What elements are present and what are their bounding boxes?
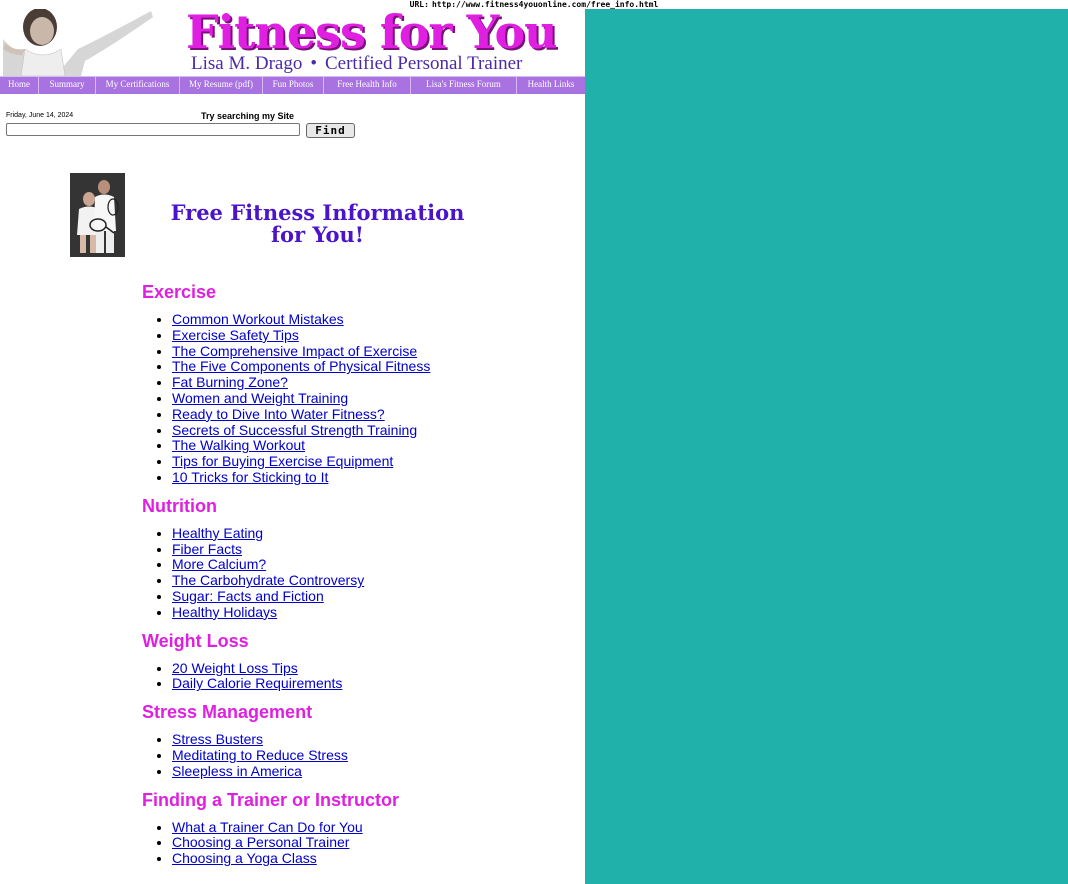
list-item: The Five Components of Physical Fitness bbox=[172, 358, 582, 375]
list-item: The Walking Workout bbox=[172, 437, 582, 454]
section-title: Weight Loss bbox=[142, 630, 249, 651]
link-list: Common Workout Mistakes Exercise Safety … bbox=[142, 311, 582, 486]
link-list: Healthy Eating Fiber Facts More Calcium?… bbox=[142, 525, 582, 621]
list-item: Secrets of Successful Strength Training bbox=[172, 422, 582, 439]
nav-lisas-fitness-forum[interactable]: Lisa's Fitness Forum bbox=[411, 77, 517, 94]
article-link[interactable]: Common Workout Mistakes bbox=[172, 311, 344, 327]
search-input[interactable] bbox=[6, 123, 300, 136]
list-item: The Comprehensive Impact of Exercise bbox=[172, 343, 582, 360]
page-background bbox=[585, 9, 1068, 884]
nav-summary[interactable]: Summary bbox=[39, 77, 96, 94]
couple-tennis-photo bbox=[70, 173, 125, 257]
link-list: What a Trainer Can Do for You Choosing a… bbox=[142, 819, 582, 867]
list-item: Healthy Eating bbox=[172, 525, 582, 542]
trainer-photo bbox=[3, 9, 153, 76]
article-link[interactable]: 10 Tricks for Sticking to It bbox=[172, 469, 328, 485]
list-item: Stress Busters bbox=[172, 731, 582, 748]
article-link[interactable]: 20 Weight Loss Tips bbox=[172, 660, 298, 676]
subtitle-role: Certified Personal Trainer bbox=[325, 53, 523, 74]
section-title: Finding a Trainer or Instructor bbox=[142, 789, 400, 810]
nav-my-certifications[interactable]: My Certifications bbox=[96, 77, 180, 94]
section-nutrition: Nutrition Healthy Eating Fiber Facts Mor… bbox=[142, 495, 582, 621]
nav-bar: Home Summary My Certifications My Resume… bbox=[0, 76, 585, 94]
page-heading-line2: for You! bbox=[270, 222, 365, 247]
article-link[interactable]: Meditating to Reduce Stress bbox=[172, 747, 348, 763]
list-item: 10 Tricks for Sticking to It bbox=[172, 469, 582, 486]
list-item: Meditating to Reduce Stress bbox=[172, 747, 582, 764]
article-link[interactable]: Women and Weight Training bbox=[172, 390, 348, 406]
info-sections: Exercise Common Workout Mistakes Exercis… bbox=[142, 281, 582, 876]
site-title: Fitness for You bbox=[186, 5, 558, 59]
link-list: Stress Busters Meditating to Reduce Stre… bbox=[142, 731, 582, 780]
page-heading: Free Fitness Information for You! bbox=[160, 202, 475, 246]
article-link[interactable]: The Five Components of Physical Fitness bbox=[172, 358, 430, 374]
list-item: What a Trainer Can Do for You bbox=[172, 819, 582, 836]
article-link[interactable]: Stress Busters bbox=[172, 731, 263, 747]
section-title: Stress Management bbox=[142, 702, 313, 723]
list-item: More Calcium? bbox=[172, 556, 582, 573]
subtitle-name: Lisa M. Drago bbox=[191, 53, 303, 74]
article-link[interactable]: Healthy Holidays bbox=[172, 604, 277, 620]
article-link[interactable]: Tips for Buying Exercise Equipment bbox=[172, 453, 393, 469]
section-exercise: Exercise Common Workout Mistakes Exercis… bbox=[142, 281, 582, 486]
article-link[interactable]: Healthy Eating bbox=[172, 525, 263, 541]
list-item: Sugar: Facts and Fiction bbox=[172, 588, 582, 605]
page-heading-line1: Free Fitness Information bbox=[170, 200, 465, 225]
section-weight-loss: Weight Loss 20 Weight Loss Tips Daily Ca… bbox=[142, 630, 582, 693]
article-link[interactable]: What a Trainer Can Do for You bbox=[172, 819, 363, 835]
nav-home[interactable]: Home bbox=[0, 77, 39, 94]
list-item: Common Workout Mistakes bbox=[172, 311, 582, 328]
subtitle-separator: • bbox=[310, 53, 317, 74]
article-link[interactable]: Sugar: Facts and Fiction bbox=[172, 588, 324, 604]
article-link[interactable]: Choosing a Personal Trainer bbox=[172, 834, 349, 850]
list-item: Choosing a Personal Trainer bbox=[172, 834, 582, 851]
article-link[interactable]: Exercise Safety Tips bbox=[172, 327, 299, 343]
list-item: Tips for Buying Exercise Equipment bbox=[172, 453, 582, 470]
article-link[interactable]: Ready to Dive Into Water Fitness? bbox=[172, 406, 385, 422]
list-item: Exercise Safety Tips bbox=[172, 327, 582, 344]
list-item: Healthy Holidays bbox=[172, 604, 582, 621]
article-link[interactable]: The Comprehensive Impact of Exercise bbox=[172, 343, 417, 359]
search-label: Try searching my Site bbox=[201, 111, 295, 121]
nav-free-health-info[interactable]: Free Health Info bbox=[324, 77, 411, 94]
list-item: Ready to Dive Into Water Fitness? bbox=[172, 406, 582, 423]
article-link[interactable]: More Calcium? bbox=[172, 556, 266, 572]
site-subtitle: Lisa M. Drago • Certified Personal Trainer bbox=[191, 53, 522, 75]
article-link[interactable]: Sleepless in America bbox=[172, 763, 302, 779]
list-item: Fat Burning Zone? bbox=[172, 374, 582, 391]
article-link[interactable]: The Carbohydrate Controversy bbox=[172, 572, 364, 588]
list-item: Women and Weight Training bbox=[172, 390, 582, 407]
section-title: Exercise bbox=[142, 282, 217, 302]
site-header: Fitness for You Lisa M. Drago • Certified … bbox=[0, 5, 585, 76]
article-link[interactable]: The Walking Workout bbox=[172, 437, 305, 453]
current-date: Friday, June 14, 2024 bbox=[6, 112, 74, 119]
list-item: Choosing a Yoga Class bbox=[172, 850, 582, 867]
nav-health-links[interactable]: Health Links bbox=[517, 77, 585, 94]
article-link[interactable]: Secrets of Successful Strength Training bbox=[172, 422, 417, 438]
section-stress-management: Stress Management Stress Busters Meditat… bbox=[142, 701, 582, 779]
nav-my-resume[interactable]: My Resume (pdf) bbox=[180, 77, 263, 94]
list-item: Daily Calorie Requirements bbox=[172, 675, 582, 692]
link-list: 20 Weight Loss Tips Daily Calorie Requir… bbox=[142, 660, 582, 693]
nav-fun-photos[interactable]: Fun Photos bbox=[263, 77, 324, 94]
list-item: Sleepless in America bbox=[172, 763, 582, 780]
list-item: Fiber Facts bbox=[172, 541, 582, 558]
section-title: Nutrition bbox=[142, 495, 217, 516]
section-finding-trainer: Finding a Trainer or Instructor What a T… bbox=[142, 789, 582, 867]
article-link[interactable]: Fiber Facts bbox=[172, 541, 242, 557]
list-item: 20 Weight Loss Tips bbox=[172, 660, 582, 677]
article-link[interactable]: Daily Calorie Requirements bbox=[172, 675, 342, 691]
find-button[interactable]: Find bbox=[306, 123, 355, 138]
main-content: Fitness for You Lisa M. Drago • Certified … bbox=[0, 5, 585, 884]
article-link[interactable]: Fat Burning Zone? bbox=[172, 374, 288, 390]
article-link[interactable]: Choosing a Yoga Class bbox=[172, 850, 317, 866]
list-item: The Carbohydrate Controversy bbox=[172, 572, 582, 589]
